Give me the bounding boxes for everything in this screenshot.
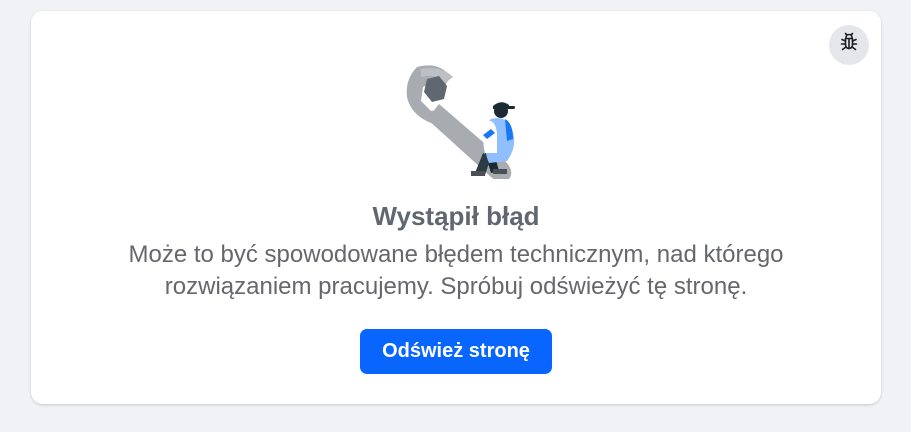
wrench-mechanic-illustration: [387, 49, 527, 182]
refresh-page-button[interactable]: Odśwież stronę: [360, 329, 552, 374]
error-title: Wystąpił błąd: [372, 201, 540, 231]
bug-icon: [837, 31, 861, 60]
report-bug-button[interactable]: [829, 25, 869, 65]
error-card: Wystąpił błąd Może to być spowodowane bł…: [31, 11, 881, 404]
error-message: Może to być spowodowane błędem techniczn…: [128, 241, 784, 300]
